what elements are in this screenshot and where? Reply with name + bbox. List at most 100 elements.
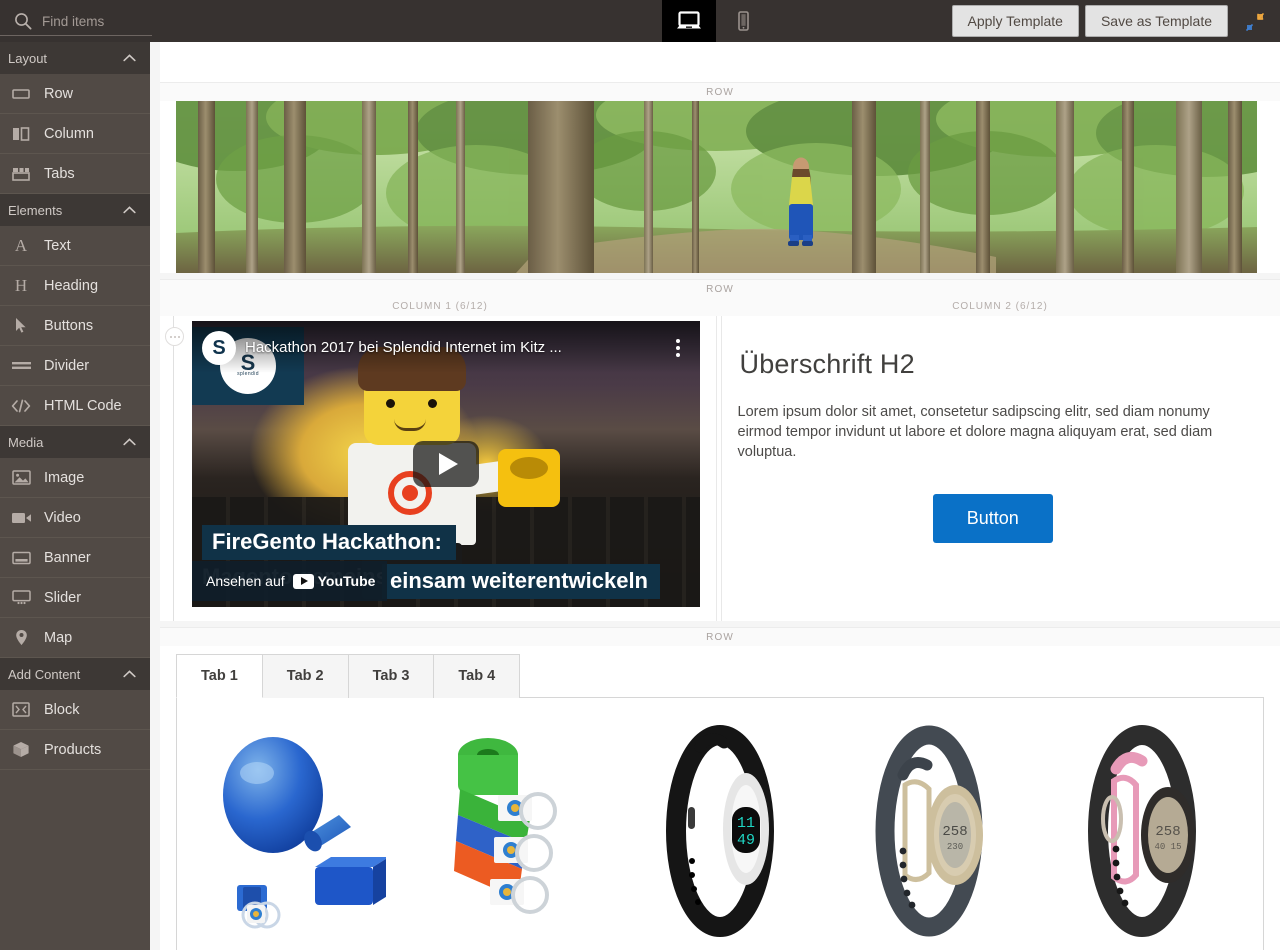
banner-image[interactable] — [176, 101, 1257, 273]
video-embed[interactable]: S splendid S Hackathon 2017 bei Splendid… — [192, 321, 700, 607]
desktop-view-button[interactable] — [662, 0, 716, 42]
search-input[interactable] — [42, 13, 302, 29]
sidebar-item-label: HTML Code — [44, 397, 122, 414]
canvas-stage: ROW ROW COLUMN 1 (6/12) COLUMN 2 (6/12) … — [160, 42, 1280, 950]
svg-text:258: 258 — [1155, 824, 1180, 840]
video-caption-line-2: einsam weiterentwickeln — [382, 564, 660, 599]
sidebar-item-text[interactable]: A Text — [0, 226, 150, 266]
sidebar-item-banner[interactable]: Banner — [0, 538, 150, 578]
sidebar-item-buttons[interactable]: Buttons — [0, 306, 150, 346]
sidebar-item-divider[interactable]: Divider — [0, 346, 150, 386]
block-icon — [10, 700, 32, 720]
map-pin-icon — [10, 628, 32, 648]
page-builder-canvas: ROW ROW COLUMN 1 (6/12) COLUMN 2 (6/12) … — [150, 42, 1280, 950]
video-header: S Hackathon 2017 bei Splendid Internet i… — [192, 321, 700, 373]
column-1-label: COLUMN 1 (6/12) — [392, 301, 488, 312]
text-icon: A — [10, 236, 32, 256]
tab-4[interactable]: Tab 4 — [434, 654, 521, 698]
template-actions: Apply Template Save as Template — [951, 5, 1228, 37]
sidebar-item-row[interactable]: Row — [0, 74, 150, 114]
channel-avatar[interactable]: S — [202, 331, 236, 365]
sidebar-item-label: Heading — [44, 277, 99, 294]
apply-template-button[interactable]: Apply Template — [951, 5, 1079, 37]
products-icon — [10, 740, 32, 760]
sidebar-item-label: Tabs — [44, 165, 75, 182]
sidebar-item-map[interactable]: Map — [0, 618, 150, 658]
row-banner[interactable]: ROW — [160, 82, 1280, 273]
video-title[interactable]: Hackathon 2017 bei Splendid Internet im … — [245, 331, 668, 365]
sidebar-item-label: Products — [44, 741, 102, 758]
tab-1[interactable]: Tab 1 — [176, 654, 263, 698]
kebab-menu-icon[interactable] — [668, 331, 688, 365]
column-2[interactable]: Überschrift H2 Lorem ipsum dolor sit ame… — [720, 316, 1265, 621]
sidebar-item-html-code[interactable]: HTML Code — [0, 386, 150, 426]
column-icon — [10, 124, 32, 144]
sidebar-item-label: Banner — [44, 549, 91, 566]
divider-icon — [10, 356, 32, 376]
product-image-grey-sport-watch[interactable]: 258 230 — [843, 723, 1018, 938]
page-title: Überschrift H2 — [739, 349, 915, 379]
sidebar-item-heading[interactable]: H Heading — [0, 266, 150, 306]
svg-text:40 15: 40 15 — [1155, 842, 1182, 852]
collapse-icon[interactable] — [1242, 9, 1268, 35]
sidebar-item-label: Buttons — [44, 317, 94, 334]
cta-button[interactable]: Button — [932, 494, 1053, 543]
row-icon — [10, 84, 32, 104]
forest-image — [176, 101, 1257, 273]
sidebar-item-block[interactable]: Block — [0, 690, 150, 730]
code-icon — [10, 396, 32, 416]
columns-header: COLUMN 1 (6/12) COLUMN 2 (6/12) — [160, 298, 1280, 316]
row-columns[interactable]: ROW COLUMN 1 (6/12) COLUMN 2 (6/12) sple… — [160, 279, 1280, 621]
sidebar-item-products[interactable]: Products — [0, 730, 150, 770]
sidebar-item-video[interactable]: Video — [0, 498, 150, 538]
column-1[interactable]: S splendid S Hackathon 2017 bei Splendid… — [176, 316, 721, 621]
search-underline — [0, 35, 152, 36]
save-as-template-button[interactable]: Save as Template — [1084, 5, 1228, 37]
tab-panel-1: 11 49 258 230 258 40 15 — [176, 698, 1264, 950]
product-image-pink-sport-watch[interactable]: 258 40 15 — [1054, 723, 1229, 938]
tab-3[interactable]: Tab 3 — [348, 654, 435, 698]
image-icon — [10, 468, 32, 488]
sidebar-item-image[interactable]: Image — [0, 458, 150, 498]
body-paragraph: Lorem ipsum dolor sit amet, consetetur s… — [737, 404, 1213, 460]
sidebar-section-label: Add Content — [8, 666, 81, 682]
row-banner-body — [160, 101, 1280, 273]
tabs-icon — [10, 164, 32, 184]
search-container[interactable] — [0, 0, 450, 42]
row-label: ROW — [160, 627, 1280, 646]
sidebar-section-media[interactable]: Media — [0, 426, 150, 458]
sidebar-item-label: Image — [44, 469, 85, 486]
avatar-initial: S — [212, 337, 226, 359]
sidebar-section-label: Layout — [8, 50, 48, 66]
play-icon[interactable] — [413, 441, 479, 487]
heading-icon: H — [10, 276, 32, 296]
sidebar-section-label: Elements — [8, 202, 63, 218]
sidebar-section-layout[interactable]: Layout — [0, 42, 150, 74]
product-image-yoga-ball-block-set[interactable] — [211, 723, 386, 938]
device-preview-toggle — [662, 0, 770, 42]
tab-2[interactable]: Tab 2 — [262, 654, 349, 698]
text-glyph: A — [14, 235, 28, 255]
canvas-top-spacer — [160, 42, 1280, 82]
sidebar-item-column[interactable]: Column — [0, 114, 150, 154]
sidebar-item-slider[interactable]: Slider — [0, 578, 150, 618]
sidebar-item-tabs[interactable]: Tabs — [0, 154, 150, 194]
svg-text:49: 49 — [737, 832, 755, 849]
product-image-black-fitness-watch[interactable]: 11 49 — [632, 723, 807, 938]
banner-icon — [10, 548, 32, 568]
sidebar-item-label: Column — [44, 125, 94, 142]
watch-on-youtube-link[interactable]: Ansehen auf YouTube — [192, 561, 388, 601]
heading-glyph: H — [14, 275, 28, 295]
sidebar-section-elements[interactable]: Elements — [0, 194, 150, 226]
youtube-logo-icon: YouTube — [292, 573, 375, 589]
search-icon — [14, 12, 32, 30]
product-image-yoga-straps-set[interactable] — [422, 723, 597, 938]
tabs-row-body: Tab 1 Tab 2 Tab 3 Tab 4 11 49 258 230 25… — [160, 646, 1280, 950]
cursor-icon — [10, 316, 32, 336]
slider-icon — [10, 588, 32, 608]
button-container: Button — [738, 494, 1249, 543]
sidebar-section-add-content[interactable]: Add Content — [0, 658, 150, 690]
row-tabs[interactable]: ROW Tab 1 Tab 2 Tab 3 Tab 4 11 49 258 23… — [160, 627, 1280, 950]
text-block[interactable]: Überschrift H2 Lorem ipsum dolor sit ame… — [735, 321, 1250, 563]
mobile-view-button[interactable] — [716, 0, 770, 42]
